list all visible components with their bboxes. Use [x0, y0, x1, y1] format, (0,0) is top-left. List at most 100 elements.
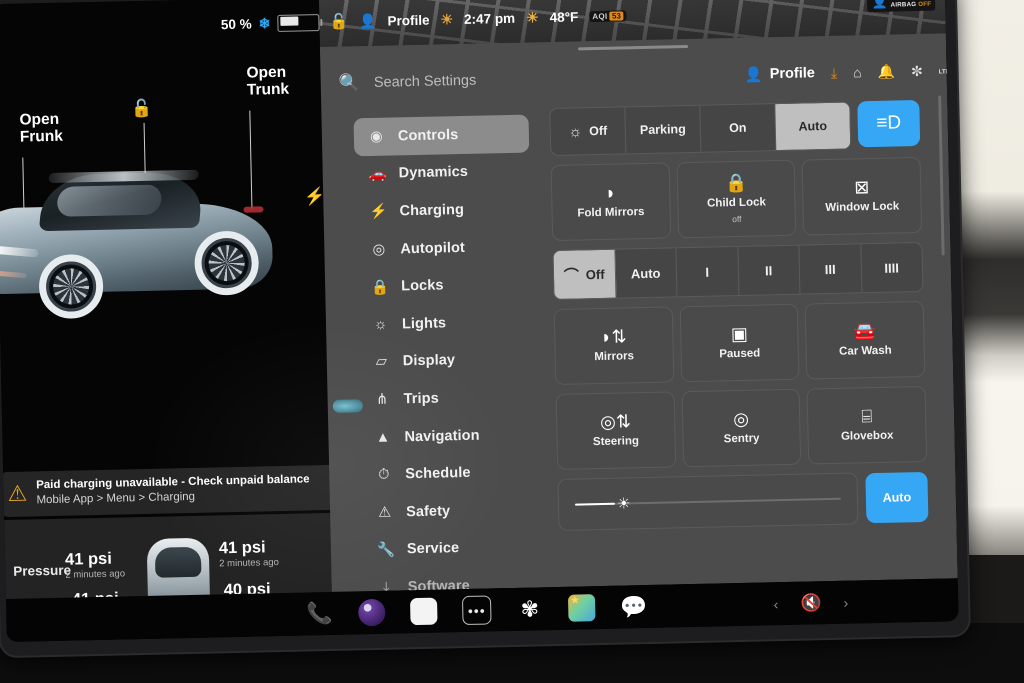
headlights-option-auto[interactable]: Auto: [775, 102, 851, 151]
sidebar-label-dynamics: Dynamics: [398, 164, 469, 182]
tire-pressure-label: Pressure: [13, 562, 72, 579]
dashcam-label: Paused: [719, 347, 761, 361]
window-lock-icon: ⊠: [854, 176, 870, 198]
high-beam-button[interactable]: ≡D: [857, 99, 921, 148]
alert-circle-icon: ⚠: [377, 504, 392, 521]
wipers-row: ⌒ Off Auto I II III IIII: [552, 241, 924, 301]
sidebar-item-schedule[interactable]: ⏱ Schedule: [361, 453, 537, 494]
wipers-label-auto: Auto: [630, 265, 661, 281]
lock-icon: 🔒: [371, 279, 390, 296]
car-status-panel: Open Frunk 🔓 Open Trunk ⚡ ⚠ Paid chargin…: [0, 0, 375, 643]
steering-label: Steering: [592, 434, 640, 448]
sidebar-item-autopilot[interactable]: ◎ Autopilot: [356, 227, 532, 268]
settings-panel: 🔍 Search Settings 👤 Profile ⤓ ⌂ 🔔 ✼ LTE …: [319, 33, 959, 596]
trunk-label-line1: Open: [246, 63, 287, 82]
child-lock-button[interactable]: 🔒 Child Lock off: [676, 159, 797, 239]
brightness-fill: [574, 502, 615, 506]
open-frunk-label[interactable]: Open Frunk: [19, 111, 63, 147]
sidebar-item-trips[interactable]: ⋔ Trips: [359, 378, 535, 419]
sun-icon: ☀: [440, 10, 454, 27]
search-settings-field[interactable]: 🔍 Search Settings: [339, 65, 745, 94]
sidebar-item-locks[interactable]: 🔒 Locks: [357, 265, 533, 306]
sidebar-label-navigation: Navigation: [404, 427, 480, 445]
sidebar-item-navigation[interactable]: ▲ Navigation: [360, 415, 536, 456]
phone-app-icon[interactable]: 📞: [306, 600, 334, 628]
download-icon[interactable]: ⤓: [831, 64, 838, 81]
car-illustration[interactable]: [0, 144, 296, 341]
brightness-icon[interactable]: ☀: [617, 494, 631, 512]
wipers-segmented-control: ⌒ Off Auto I II III IIII: [552, 241, 924, 301]
wipers-option-4[interactable]: IIII: [861, 243, 923, 292]
messages-app-icon[interactable]: 💬: [620, 593, 648, 621]
window-lock-button[interactable]: ⊠ Window Lock: [801, 156, 923, 236]
steering-adjust-button[interactable]: ◎⇅ Steering: [555, 391, 676, 470]
climate-fan-icon[interactable]: ✾: [516, 595, 544, 623]
unlock-icon[interactable]: 🔓: [329, 12, 348, 30]
wipers-label-off: Off: [585, 266, 605, 282]
headlights-option-on[interactable]: On: [700, 104, 777, 152]
wiper-icon: ⌒: [563, 266, 580, 285]
wipers-option-1[interactable]: I: [676, 246, 739, 297]
battery-icon: [277, 13, 320, 32]
status-profile-label[interactable]: Profile: [387, 12, 429, 28]
aqi-label: AQI: [592, 11, 608, 21]
headlights-label-auto: Auto: [798, 119, 828, 134]
sidebar-item-lights[interactable]: ☼ Lights: [358, 302, 534, 343]
headlight-sun-icon: ☼: [568, 122, 583, 141]
search-placeholder: Search Settings: [373, 72, 477, 91]
navigation-icon: ▲: [375, 429, 391, 446]
open-trunk-label[interactable]: Open Trunk: [246, 64, 289, 100]
glovebox-button[interactable]: ⌸ Glovebox: [806, 385, 928, 465]
sidebar-item-charging[interactable]: ⚡ Charging: [355, 190, 531, 231]
passenger-airbag-indicator: 👤 PASSENGER AIRBAG OFF: [867, 0, 936, 12]
unlock-callout-icon[interactable]: 🔓: [131, 99, 153, 119]
wipers-option-3[interactable]: III: [799, 244, 862, 294]
chevron-right-icon[interactable]: ›: [843, 594, 848, 610]
sidebar-label-charging: Charging: [399, 201, 465, 220]
brightness-row: ☀ Auto: [557, 471, 929, 531]
chevron-left-icon[interactable]: ‹: [774, 596, 779, 612]
profile-icon[interactable]: 👤: [359, 12, 377, 29]
headlights-option-off[interactable]: ☼ Off: [550, 107, 627, 156]
child-lock-state: off: [732, 213, 742, 224]
garage-icon[interactable]: ⌂: [853, 64, 862, 80]
bluetooth-icon[interactable]: ✼: [911, 62, 923, 79]
fold-mirrors-label: Fold Mirrors: [577, 205, 645, 220]
tire-front-right-value: 41 psi: [218, 538, 266, 558]
status-bar-left: 50 % ❄: [0, 0, 332, 54]
warning-triangle-icon: ⚠: [7, 480, 28, 506]
blank-app-icon[interactable]: [409, 597, 438, 626]
sidebar-label-controls: Controls: [397, 126, 459, 145]
wipers-option-2[interactable]: II: [737, 245, 801, 295]
fold-mirrors-button[interactable]: ◗ Fold Mirrors: [550, 162, 671, 242]
panel-drag-handle[interactable]: [578, 45, 689, 51]
battery-percent-label: 50 %: [220, 16, 252, 32]
car-wash-button[interactable]: 🚘 Car Wash: [805, 300, 926, 380]
alert-banner[interactable]: ⚠ Paid charging unavailable - Check unpa…: [0, 464, 349, 518]
tire-front-left-time: 2 minutes ago: [65, 568, 126, 581]
headlights-option-parking[interactable]: Parking: [625, 105, 702, 154]
steering-icon: ◎: [372, 241, 386, 258]
frunk-label-line1: Open: [19, 110, 60, 129]
car-front-icon: 🚘: [853, 320, 877, 342]
camera-app-icon[interactable]: [358, 598, 386, 627]
sidebar-item-controls[interactable]: ◉ Controls: [353, 114, 530, 156]
bell-icon[interactable]: 🔔: [877, 63, 895, 80]
settings-scrollbar[interactable]: [938, 95, 945, 256]
photos-app-icon[interactable]: [567, 594, 596, 622]
profile-button[interactable]: 👤 Profile: [745, 65, 816, 83]
dashcam-button[interactable]: ▣ Paused: [679, 303, 800, 383]
sidebar-item-dynamics[interactable]: 🚗 Dynamics: [354, 152, 530, 193]
wipers-option-off[interactable]: ⌒ Off: [553, 249, 616, 299]
sidebar-item-display[interactable]: ▱ Display: [358, 340, 534, 381]
wipers-option-auto[interactable]: Auto: [614, 248, 678, 298]
sidebar-item-safety[interactable]: ⚠ Safety: [362, 490, 538, 531]
more-apps-icon[interactable]: •••: [461, 595, 492, 626]
brightness-slider[interactable]: ☀: [557, 472, 859, 531]
volume-mute-icon[interactable]: 🔇: [800, 593, 822, 613]
wrench-icon: 🔧: [376, 542, 396, 559]
sidebar-item-service[interactable]: 🔧 Service: [363, 528, 539, 569]
brightness-auto-button[interactable]: Auto: [865, 471, 929, 524]
mirrors-adjust-button[interactable]: ◗⇅ Mirrors: [553, 306, 675, 385]
sentry-mode-button[interactable]: ◎ Sentry: [681, 388, 802, 468]
